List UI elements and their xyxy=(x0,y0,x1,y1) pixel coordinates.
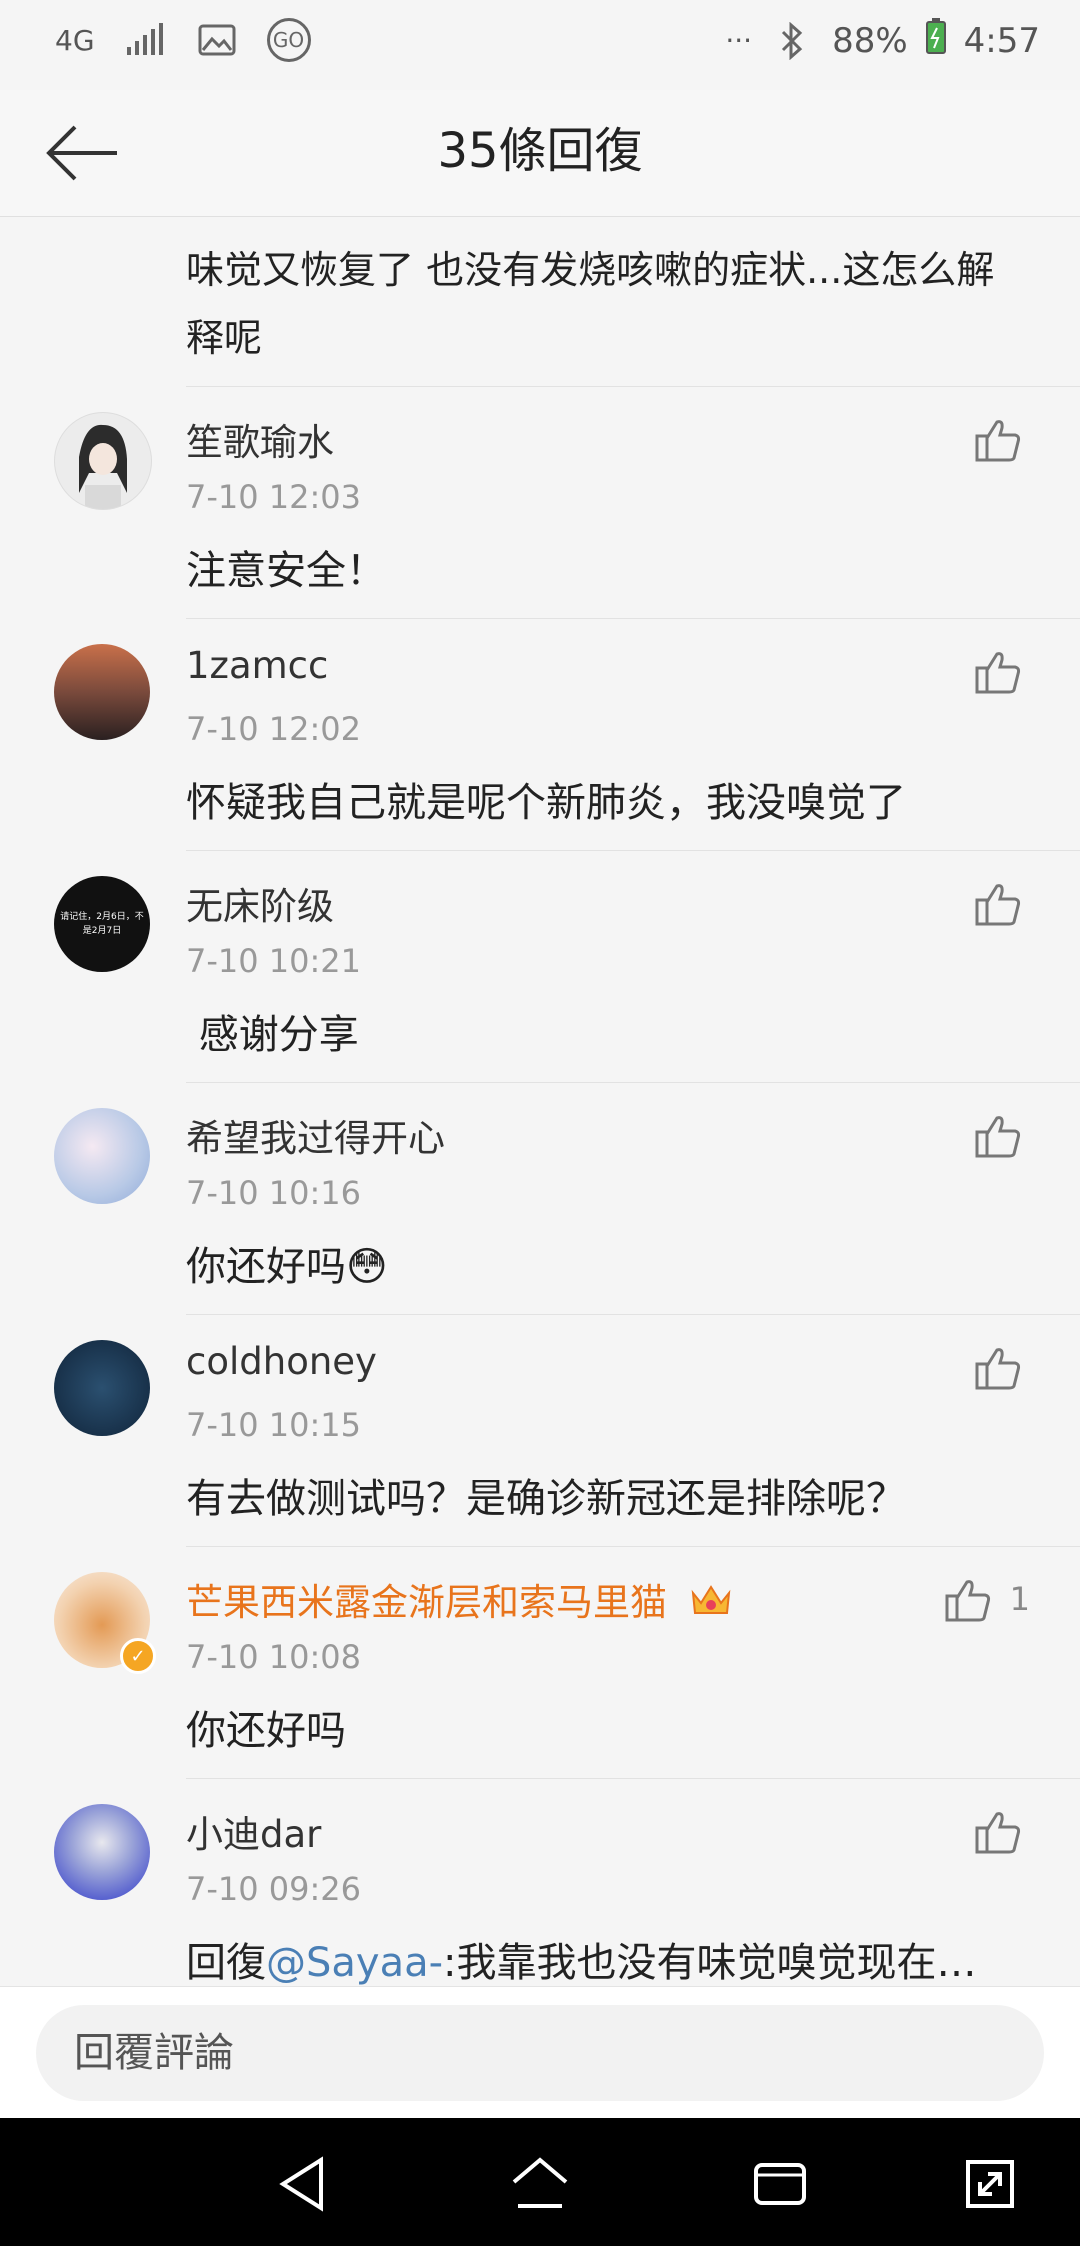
partial-comment-text: 味觉又恢复了 也没有发烧咳嗽的症状...这怎么解释呢 xyxy=(186,248,995,360)
nav-recents-icon[interactable] xyxy=(748,2152,812,2216)
battery-percent: 88% xyxy=(832,20,908,61)
username[interactable]: 希望我过得开心 xyxy=(186,1108,445,1162)
username[interactable]: 芒果西米露金渐层和索马里猫 xyxy=(186,1572,733,1628)
like-count: 1 xyxy=(1009,1580,1030,1618)
header-bar: 35條回復 xyxy=(0,90,1080,217)
vip-crown-icon xyxy=(689,1581,733,1628)
page-title: 35條回復 xyxy=(437,123,643,179)
comment-text: 怀疑我自己就是呢个新肺炎，我没嗅觉了 xyxy=(186,780,906,826)
partial-comment: 味觉又恢复了 也没有发烧咳嗽的症状...这怎么解释呢 xyxy=(0,216,1080,386)
reply-bar xyxy=(0,1986,1080,2119)
signal-icon xyxy=(123,18,167,62)
go-icon: GO xyxy=(266,18,311,62)
divider xyxy=(186,1314,1080,1315)
comment-item[interactable]: 1zamcc 7-10 12:02 怀疑我自己就是呢个新肺炎，我没嗅觉了 xyxy=(0,618,1080,850)
avatar[interactable] xyxy=(54,1804,150,1900)
more-dots: ··· xyxy=(725,24,753,57)
divider xyxy=(186,1546,1080,1547)
avatar[interactable]: 请记住，2月6日，不是2月7日 xyxy=(54,876,150,972)
clock: 4:57 xyxy=(963,20,1040,61)
comment-item[interactable]: 请记住，2月6日，不是2月7日 无床阶级 7-10 10:21 感谢分享 xyxy=(0,850,1080,1082)
divider xyxy=(186,1082,1080,1083)
divider xyxy=(186,618,1080,619)
username[interactable]: 小迪dar xyxy=(186,1804,321,1858)
avatar[interactable] xyxy=(54,1108,150,1204)
comment-item[interactable]: coldhoney 7-10 10:15 有去做测试吗？是确诊新冠还是排除呢？ xyxy=(0,1314,1080,1546)
username[interactable]: coldhoney xyxy=(186,1340,377,1383)
divider xyxy=(186,386,1080,387)
bluetooth-icon xyxy=(770,19,814,63)
reply-input[interactable] xyxy=(36,2005,1044,2101)
comment-item[interactable]: 小迪dar 7-10 09:26 回復@Sayaa-:我靠我也没有味觉嗅觉现在… xyxy=(0,1778,1080,1986)
timestamp: 7-10 10:16 xyxy=(186,1174,362,1212)
thumbs-up-icon[interactable] xyxy=(974,1344,1022,1392)
timestamp: 7-10 10:08 xyxy=(186,1638,362,1676)
reply-text: :我靠我也没有味觉嗅觉现在… xyxy=(443,1940,977,1986)
avatar[interactable] xyxy=(54,644,150,740)
comment-text: 注意安全！ xyxy=(186,548,386,594)
comment-list[interactable]: 味觉又恢复了 也没有发烧咳嗽的症状...这怎么解释呢 笙歌瑜水 7-10 12:… xyxy=(0,216,1080,1986)
thumbs-up-icon[interactable] xyxy=(974,1808,1022,1856)
timestamp: 7-10 09:26 xyxy=(186,1870,362,1908)
timestamp: 7-10 10:21 xyxy=(186,942,362,980)
username[interactable]: 1zamcc xyxy=(186,644,328,687)
nav-home-icon[interactable] xyxy=(508,2152,572,2216)
network-label: 4G xyxy=(55,23,95,57)
username[interactable]: 笙歌瑜水 xyxy=(186,412,334,466)
nav-back-icon[interactable] xyxy=(270,2152,334,2216)
timestamp: 7-10 10:15 xyxy=(186,1406,362,1444)
thumbs-up-icon[interactable] xyxy=(974,880,1022,928)
avatar-text: 请记住，2月6日，不是2月7日 xyxy=(60,912,144,936)
comment-text: 回復@Sayaa-:我靠我也没有味觉嗅觉现在… xyxy=(186,1930,1020,1986)
image-icon xyxy=(195,18,239,62)
comment-text: 有去做测试吗？是确诊新冠还是排除呢？ xyxy=(186,1476,906,1522)
navigation-bar xyxy=(0,2118,1080,2246)
reply-prefix: 回復 xyxy=(186,1940,266,1986)
comment-item[interactable]: 笙歌瑜水 7-10 12:03 注意安全！ xyxy=(0,386,1080,618)
avatar[interactable] xyxy=(54,412,152,510)
status-bar: 4G GO ··· 88% 4:57 xyxy=(0,0,1080,90)
go-label: GO xyxy=(272,28,305,52)
username-text: 芒果西米露金渐层和索马里猫 xyxy=(186,1581,667,1624)
comment-text: 你还好吗 xyxy=(186,1708,346,1754)
battery-icon xyxy=(925,18,946,63)
thumbs-up-icon[interactable] xyxy=(974,648,1022,696)
timestamp: 7-10 12:03 xyxy=(186,478,362,516)
verified-badge-icon: ✓ xyxy=(120,1638,156,1674)
divider xyxy=(186,850,1080,851)
nav-expand-icon[interactable] xyxy=(958,2152,1022,2216)
comment-text: 你还好吗😳 xyxy=(186,1244,388,1290)
comment-item[interactable]: 希望我过得开心 7-10 10:16 你还好吗😳 xyxy=(0,1082,1080,1314)
comment-text: 感谢分享 xyxy=(186,1012,359,1058)
mention-link[interactable]: @Sayaa- xyxy=(266,1940,443,1986)
thumbs-up-icon[interactable] xyxy=(974,416,1022,464)
thumbs-up-icon[interactable] xyxy=(974,1112,1022,1160)
avatar[interactable] xyxy=(54,1340,150,1436)
thumbs-up-icon[interactable] xyxy=(944,1576,992,1624)
username[interactable]: 无床阶级 xyxy=(186,876,334,930)
timestamp: 7-10 12:02 xyxy=(186,710,362,748)
comment-item[interactable]: ✓ 芒果西米露金渐层和索马里猫 7-10 10:08 你还好吗 1 xyxy=(0,1546,1080,1778)
divider xyxy=(186,1778,1080,1779)
